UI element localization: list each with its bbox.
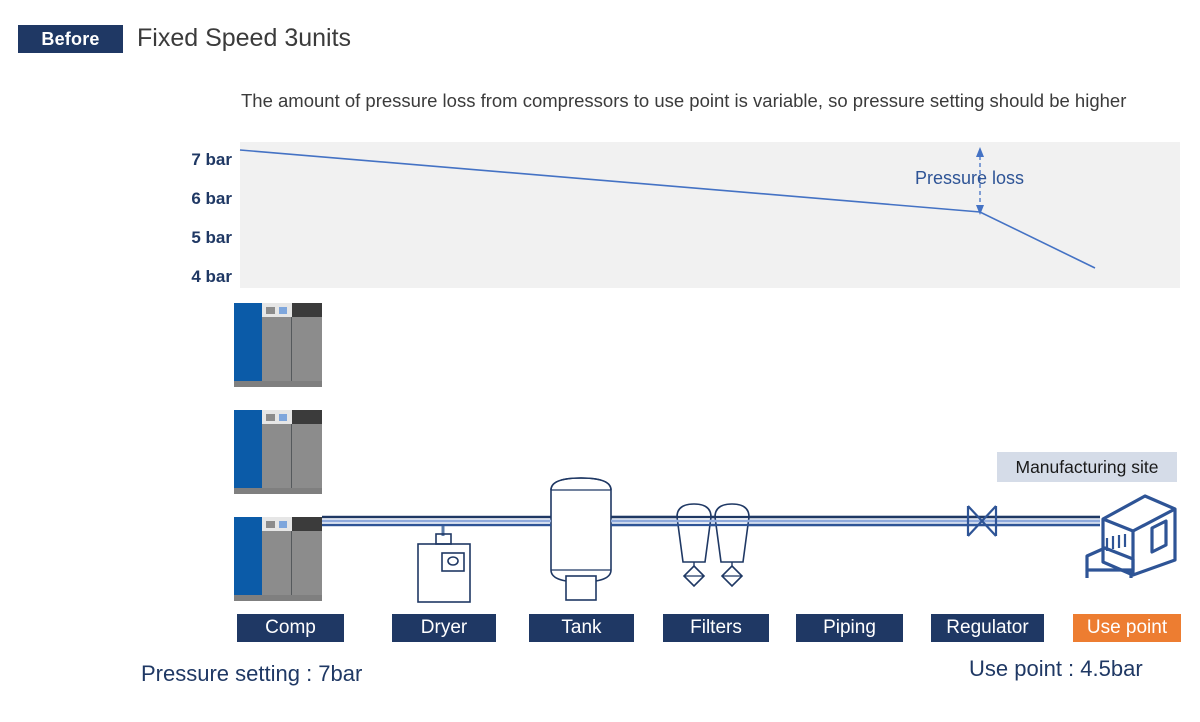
pressure-chart-panel — [239, 142, 1180, 288]
panel-indicator — [279, 521, 287, 528]
before-badge: Before — [18, 25, 123, 53]
compressor-body-blue — [234, 303, 262, 381]
pressure-loss-annotation: Pressure loss — [915, 168, 1025, 188]
compressor-door-left — [262, 531, 292, 595]
chip-comp[interactable]: Comp — [237, 614, 344, 642]
compressor-body-blue — [234, 410, 262, 488]
y-tick-5bar: 5 bar — [191, 228, 232, 247]
compressor-top-dark — [292, 517, 322, 531]
compressor-base — [234, 381, 322, 387]
compressor-door-right — [292, 424, 322, 488]
compressor-top-dark — [292, 410, 322, 424]
pipe-over-tank — [322, 515, 1100, 527]
chip-piping[interactable]: Piping — [796, 614, 903, 642]
compressor-base — [234, 595, 322, 601]
chip-regulator[interactable]: Regulator — [931, 614, 1044, 642]
panel-indicator — [279, 307, 287, 314]
pipe-over-filters — [611, 515, 1100, 527]
page-title: Fixed Speed 3units — [137, 24, 352, 52]
y-tick-7bar: 7 bar — [191, 150, 232, 169]
manufacturing-site-tag: Manufacturing site — [997, 452, 1177, 482]
chip-dryer[interactable]: Dryer — [392, 614, 496, 642]
regulator-valve-icon — [966, 505, 998, 537]
compressor-body-blue — [234, 517, 262, 595]
compressor-door-right — [292, 531, 322, 595]
compressor-icon-1 — [234, 303, 322, 387]
description-text: The amount of pressure loss from compres… — [241, 90, 1127, 111]
factory-building-icon — [1085, 494, 1177, 578]
tank-icon — [550, 477, 612, 601]
panel-display — [266, 307, 275, 314]
pressure-chart-svg — [239, 147, 1096, 269]
filter-icon-1 — [676, 503, 712, 588]
chart-y-axis: 7 bar 6 bar 5 bar 4 bar — [150, 142, 232, 292]
compressor-control-panel — [262, 303, 292, 317]
panel-display — [266, 521, 275, 528]
y-tick-4bar: 4 bar — [191, 267, 232, 286]
panel-indicator — [279, 414, 287, 421]
compressor-door-left — [262, 317, 292, 381]
filter-icon-2 — [714, 503, 750, 588]
panel-display — [266, 414, 275, 421]
use-point-value: Use point : 4.5bar — [969, 656, 1143, 681]
compressor-door-right — [292, 317, 322, 381]
compressor-base — [234, 488, 322, 494]
chip-tank[interactable]: Tank — [529, 614, 634, 642]
dryer-icon — [417, 525, 471, 603]
chip-use-point[interactable]: Use point — [1073, 614, 1181, 642]
compressor-icon-2 — [234, 410, 322, 494]
compressor-top-dark — [292, 303, 322, 317]
y-tick-6bar: 6 bar — [191, 189, 232, 208]
compressor-icon-3 — [234, 517, 322, 601]
main-pipe — [322, 515, 1100, 527]
pressure-setting-value: Pressure setting : 7bar — [141, 661, 363, 686]
compressor-door-left — [262, 424, 292, 488]
chip-filters[interactable]: Filters — [663, 614, 769, 642]
compressor-control-panel — [262, 410, 292, 424]
compressor-control-panel — [262, 517, 292, 531]
